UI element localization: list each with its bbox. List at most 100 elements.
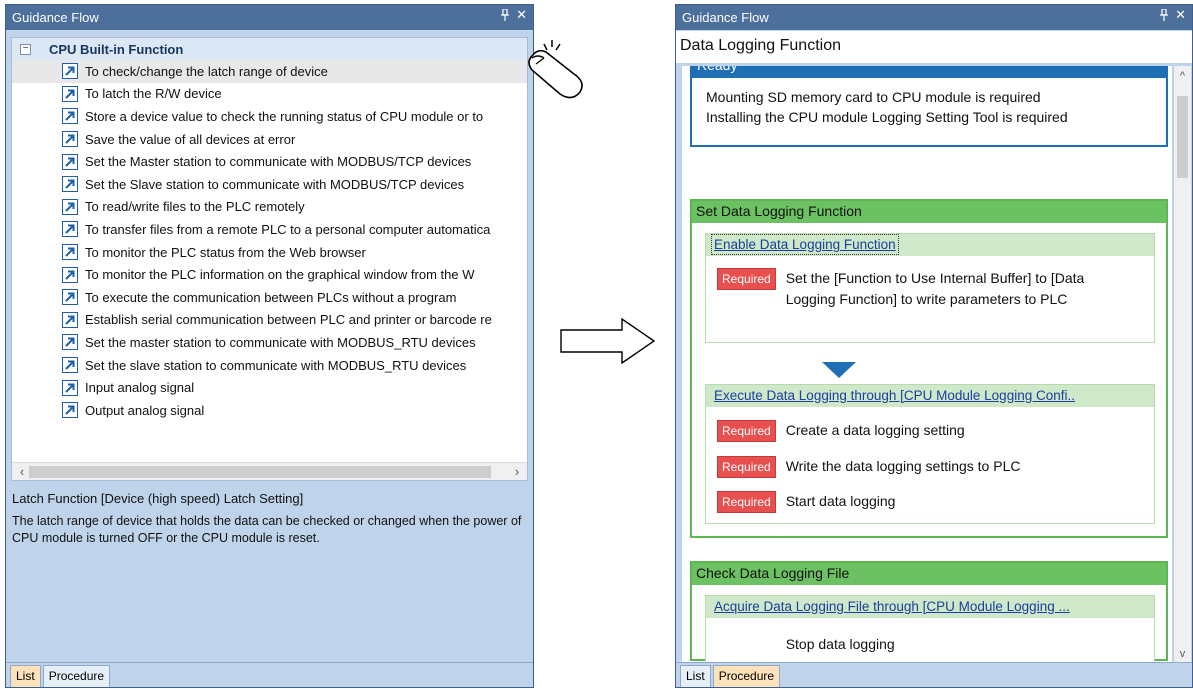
left-title-bar: Guidance Flow ✕ [6, 5, 533, 30]
tree-item[interactable]: Save the value of all devices at error [12, 128, 527, 151]
tree-item[interactable]: Output analog signal [12, 399, 527, 422]
tree-item-label: To monitor the PLC status from the Web b… [85, 244, 366, 260]
flow-title: Data Logging Function [676, 31, 1192, 63]
pin-icon[interactable] [1159, 8, 1169, 24]
vertical-scrollbar[interactable]: ^ v [1174, 66, 1191, 662]
description-pane: Latch Function [Device (high speed) Latc… [6, 485, 533, 660]
tab-procedure[interactable]: Procedure [42, 665, 111, 687]
shortcut-link-icon [62, 176, 78, 193]
enable-data-logging-link[interactable]: Enable Data Logging Function [711, 234, 899, 255]
step-text: Create a data logging setting [785, 422, 965, 438]
ready-line: Mounting SD memory card to CPU module is… [706, 89, 1041, 105]
tree-item-label: Set the Slave station to communicate wit… [85, 176, 465, 192]
required-badge: Required [717, 420, 776, 442]
ready-section: Ready Mounting SD memory card to CPU mod… [690, 66, 1168, 147]
step-row: Required Stop data logging [717, 634, 895, 656]
required-badge: Required [717, 491, 776, 513]
shortcut-link-icon [62, 131, 78, 148]
ready-header: Ready [692, 66, 1166, 78]
required-row: Required Set the [Function to Use Intern… [717, 268, 1106, 310]
shortcut-link-icon [62, 311, 78, 328]
shortcut-link-icon [62, 198, 78, 215]
ready-line: Installing the CPU module Logging Settin… [706, 109, 1068, 125]
scrollbar-thumb[interactable] [1177, 96, 1188, 178]
tab-list[interactable]: List [10, 665, 41, 687]
tree-item-label: Set the slave station to communicate wit… [85, 357, 467, 373]
tree-root-label: CPU Built-in Function [49, 41, 184, 57]
tree-item[interactable]: Establish serial communication between P… [12, 309, 527, 332]
pin-icon[interactable] [500, 8, 510, 24]
transition-arrow-icon [560, 318, 656, 364]
left-tab-bar: List Procedure [6, 662, 533, 687]
shortcut-link-icon [62, 266, 78, 283]
step-text: Set the [Function to Use Internal Buffer… [785, 270, 1085, 307]
tree-item[interactable]: To read/write files to the PLC remotely [12, 196, 527, 219]
check-data-logging-section: Check Data Logging File Acquire Data Log… [690, 561, 1168, 662]
tree-item-label: Establish serial communication between P… [85, 312, 492, 328]
tree-item-label: Input analog signal [85, 380, 195, 396]
required-row: Required Write the data logging settings… [717, 456, 1020, 478]
tree-root-cpu-builtin[interactable]: − CPU Built-in Function [12, 38, 527, 60]
execute-step: Execute Data Logging through [CPU Module… [705, 384, 1155, 524]
tree-item[interactable]: Store a device value to check the runnin… [12, 105, 527, 128]
tree-item[interactable]: To latch the R/W device [12, 83, 527, 106]
right-tab-bar: List Procedure [676, 662, 1192, 687]
check-section-header: Check Data Logging File [692, 563, 1166, 585]
collapse-icon[interactable]: − [20, 43, 31, 55]
tree-item[interactable]: To execute the communication between PLC… [12, 286, 527, 309]
step-text: Write the data logging settings to PLC [785, 458, 1021, 474]
tab-procedure[interactable]: Procedure [712, 665, 781, 687]
scrollbar-thumb[interactable] [29, 466, 491, 478]
guidance-flow-procedure-panel: Guidance Flow ✕ Data Logging Function Re… [675, 4, 1193, 688]
right-panel-title: Guidance Flow [682, 10, 769, 25]
acquire-data-logging-link[interactable]: Acquire Data Logging File through [CPU M… [714, 599, 1070, 614]
tree-item[interactable]: Set the Master station to communicate wi… [12, 150, 527, 173]
tree-item-label: Set the master station to communicate wi… [85, 334, 476, 350]
tree-item[interactable]: To monitor the PLC information on the gr… [12, 263, 527, 286]
required-badge: Required [717, 268, 776, 290]
scroll-left-icon[interactable]: ‹ [14, 463, 30, 480]
tree-item[interactable]: To check/change the latch range of devic… [12, 60, 527, 83]
step-text: Stop data logging [785, 636, 895, 652]
shortcut-link-icon [62, 334, 78, 351]
acquire-step: Acquire Data Logging File through [CPU M… [705, 595, 1155, 662]
guidance-flow-list-panel: Guidance Flow ✕ − CPU Built-in Function … [5, 4, 534, 688]
execute-data-logging-link[interactable]: Execute Data Logging through [CPU Module… [714, 388, 1075, 403]
function-tree: − CPU Built-in Function To check/change … [11, 37, 528, 481]
tree-item-label: To transfer files from a remote PLC to a… [85, 221, 491, 237]
scroll-up-icon[interactable]: ^ [1174, 70, 1191, 82]
tree-item-label: Store a device value to check the runnin… [85, 108, 484, 124]
shortcut-link-icon [62, 63, 78, 80]
scroll-down-icon[interactable]: v [1174, 648, 1191, 660]
tree-item-label: To monitor the PLC information on the gr… [85, 267, 475, 283]
tree-item[interactable]: Set the master station to communicate wi… [12, 331, 527, 354]
tree-item[interactable]: Set the slave station to communicate wit… [12, 354, 527, 377]
tree-item[interactable]: To monitor the PLC status from the Web b… [12, 241, 527, 264]
tree-item[interactable]: Set the Slave station to communicate wit… [12, 173, 527, 196]
tree-item-label: To latch the R/W device [85, 86, 222, 102]
shortcut-link-icon [62, 153, 78, 170]
shortcut-link-icon [62, 289, 78, 306]
shortcut-link-icon [62, 85, 78, 102]
shortcut-link-icon [62, 402, 78, 419]
left-panel-title: Guidance Flow [12, 10, 99, 25]
step-text: Start data logging [785, 493, 896, 509]
shortcut-link-icon [62, 221, 78, 238]
description-text: The latch range of device that holds the… [12, 514, 522, 545]
tree-item[interactable]: Input analog signal [12, 376, 527, 399]
tab-list[interactable]: List [680, 665, 711, 687]
close-icon[interactable]: ✕ [1175, 8, 1186, 24]
tree-item[interactable]: To transfer files from a remote PLC to a… [12, 218, 527, 241]
shortcut-link-icon [62, 244, 78, 261]
scroll-right-icon[interactable]: › [509, 463, 525, 480]
shortcut-link-icon [62, 108, 78, 125]
set-section-header: Set Data Logging Function [692, 201, 1166, 223]
enable-step: Enable Data Logging Function Required Se… [705, 233, 1155, 343]
close-icon[interactable]: ✕ [516, 8, 527, 24]
horizontal-scrollbar[interactable]: ‹ › [12, 462, 527, 480]
required-badge: Required [717, 456, 776, 478]
tree-item-label: To execute the communication between PLC… [85, 289, 457, 305]
shortcut-link-icon [62, 379, 78, 396]
tree-item-label: Output analog signal [85, 402, 205, 418]
set-data-logging-section: Set Data Logging Function Enable Data Lo… [690, 199, 1168, 538]
